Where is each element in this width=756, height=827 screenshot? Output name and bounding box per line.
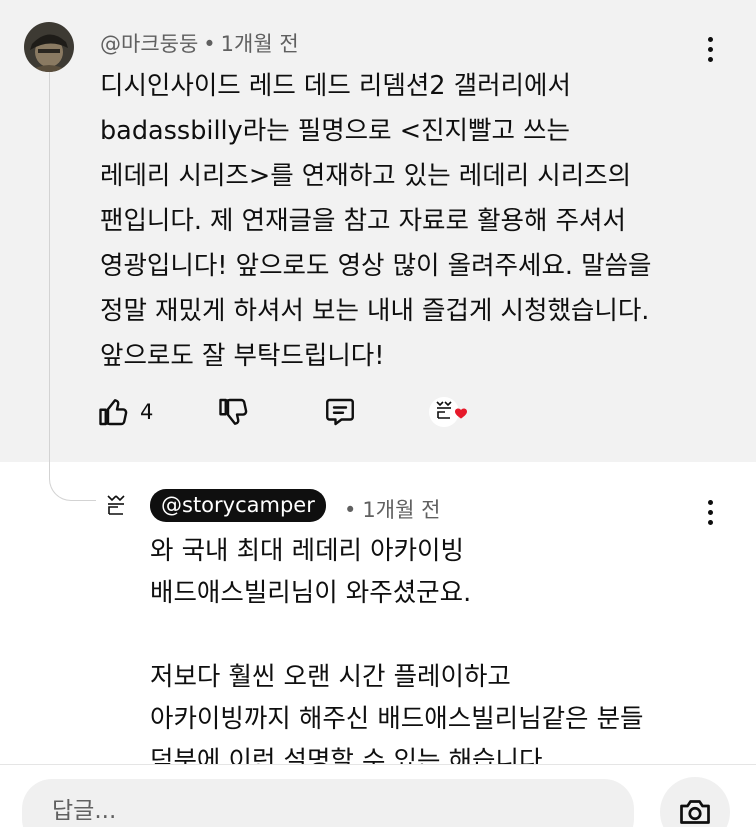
more-vertical-icon[interactable] [700, 497, 720, 527]
camera-button[interactable] [660, 777, 730, 827]
channel-logo-icon[interactable] [104, 493, 128, 517]
thumbs-up-icon [99, 399, 128, 426]
reply-line: 저보다 훨씬 오랜 시간 플레이하고 [150, 662, 511, 692]
reply-input-container[interactable] [22, 779, 634, 827]
comment-line: 디시인사이드 레드 데드 리뎀션2 갤러리에서 [100, 71, 571, 101]
comment-line: badassbilly라는 필명으로 <진지빨고 쓰는 [100, 116, 570, 146]
comment-line: 정말 재밌게 하셔서 보는 내내 즐겁게 시청했습니다. [100, 296, 650, 326]
comment-body: 디시인사이드 레드 데드 리뎀션2 갤러리에서 badassbilly라는 필명… [100, 64, 730, 379]
like-button[interactable]: 4 [96, 392, 153, 432]
reply-body: 와 국내 최대 레데리 아카이빙 배드애스빌리님이 와주셨군요. 저보다 훨씬 … [150, 530, 730, 782]
comment-time: 1개월 전 [220, 32, 299, 56]
reply-composer [0, 764, 756, 827]
comment-line: 레데리 시리즈>를 연재하고 있는 레데리 시리즈의 [100, 161, 632, 191]
comment-author[interactable]: @마크둥둥 [100, 32, 198, 56]
reply-time: 1개월 전 [362, 498, 441, 522]
more-vertical-icon[interactable] [700, 34, 720, 64]
comment-line: 팬입니다. 제 연재글을 참고 자료로 활용해 주셔서 [100, 206, 626, 236]
comment-line: 앞으로도 잘 부탁드립니다! [100, 341, 385, 371]
camera-icon [680, 800, 710, 824]
reply-line [150, 614, 730, 656]
comment-line: 영광입니다! 앞으로도 영상 많이 올려주세요. 말씀을 [100, 251, 652, 281]
thread-line [49, 72, 50, 472]
reply-line: 와 국내 최대 레데리 아카이빙 [150, 536, 464, 566]
reply-icon [326, 398, 354, 426]
comment-thread-view: @마크둥둥 • 1개월 전 디시인사이드 레드 데드 리뎀션2 갤러리에서 bada… [0, 0, 756, 827]
avatar[interactable] [24, 22, 74, 72]
reply-input[interactable] [50, 797, 614, 825]
meta-separator: • [344, 498, 357, 522]
dislike-button[interactable] [216, 392, 252, 432]
reply-line: 배드애스빌리님이 와주셨군요. [150, 578, 472, 608]
reply-line: 아카이빙까지 해주신 배드애스빌리님같은 분들 [150, 704, 644, 734]
meta-separator: • [203, 32, 216, 56]
comment-meta: @마크둥둥 • 1개월 전 [100, 28, 299, 58]
like-count: 4 [140, 400, 154, 424]
reply-meta: • 1개월 전 [344, 494, 440, 524]
reply-author-badge[interactable]: @storycamper [150, 489, 326, 522]
reply-button[interactable] [322, 392, 358, 432]
thread-connector [49, 462, 96, 501]
creator-heart-icon [428, 392, 472, 432]
thumbs-down-icon [219, 398, 248, 425]
highlighted-comment: @마크둥둥 • 1개월 전 디시인사이드 레드 데드 리뎀션2 갤러리에서 bada… [0, 0, 756, 462]
